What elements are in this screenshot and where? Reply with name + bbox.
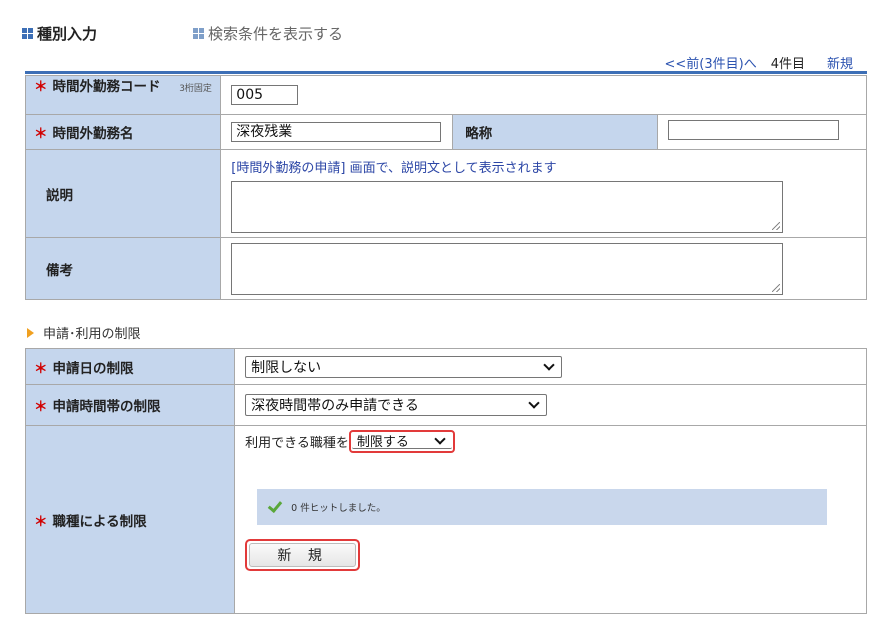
job-limit-prompt: 利用できる職種を [245,436,349,451]
desc-value-cell: [時間外勤務の申請] 画面で、説明文として表示されます [220,149,867,238]
required-mark: ＊ [34,360,48,377]
chevron-down-icon [543,358,555,371]
abbr-label: 略称 [465,126,493,142]
section-heading: 申請･利用の制限 [27,323,141,342]
required-mark: ＊ [34,79,48,95]
prev-record-link[interactable]: <<前(3件目)へ [665,53,757,72]
time-limit-label: 申請時間帯の制限 [52,399,161,415]
basic-info-table: ＊時間外勤務コード 3桁固定 005 ＊時間外勤務名 深夜残業 略称 説明 [時… [24,75,868,300]
record-count: 4件目 [770,57,805,72]
note-textarea[interactable] [231,242,784,295]
time-limit-value-cell: 深夜時間帯のみ申請できる [234,384,867,426]
job-limit-label: 職種による制限 [52,513,147,530]
triangle-icon [27,327,34,338]
job-limit-highlight: 制限する [348,430,455,453]
name-label: 時間外勤務名 [52,126,134,142]
code-label-cell: ＊時間外勤務コード 3桁固定 [24,75,222,115]
job-limit-value-cell: 利用できる職種を 制限する 0 件ヒットしました。 新 規 [234,425,867,614]
tab-type-input-label: 種別入力 [37,24,98,43]
date-limit-select[interactable]: 制限しない [245,355,563,378]
section-title: 申請･利用の制限 [43,327,141,342]
hit-message-bar: 0 件ヒットしました。 [257,489,828,525]
desc-hint: [時間外勤務の申請] 画面で、説明文として表示されます [231,160,557,176]
date-limit-value-cell: 制限しない [234,348,867,385]
time-limit-value: 深夜時間帯のみ申請できる [251,398,419,414]
tab-type-input[interactable]: 種別入力 [22,23,97,44]
job-limit-select[interactable]: 制限する [351,432,452,450]
date-limit-label-cell: ＊申請日の制限 [24,348,236,385]
time-limit-select[interactable]: 深夜時間帯のみ申請できる [245,394,548,416]
new-job-button-highlight: 新 規 [245,539,361,571]
grid-icon [193,27,205,39]
date-limit-label: 申請日の制限 [52,360,134,377]
name-label-cell: ＊時間外勤務名 [24,114,222,150]
header-rule [25,71,867,74]
tab-show-search-label: 検索条件を表示する [208,24,344,43]
abbr-label-cell: 略称 [452,114,658,150]
job-limit-value: 制限する [356,435,409,450]
date-limit-value: 制限しない [251,359,322,376]
code-label: 時間外勤務コード [52,79,161,95]
hit-message: 0 件ヒットしました。 [291,503,386,514]
code-input[interactable]: 005 [231,85,299,105]
abbr-input[interactable] [667,120,839,140]
chevron-down-icon [434,432,446,445]
desc-label: 説明 [46,187,73,204]
required-mark: ＊ [34,126,48,142]
new-record-link[interactable]: 新規 [827,53,853,72]
code-hint: 3桁固定 [179,84,212,94]
note-label-cell: 備考 [24,237,222,300]
name-value-cell: 深夜残業 [220,114,454,150]
job-limit-label-cell: ＊職種による制限 [24,425,236,614]
tab-bar: 種別入力 検索条件を表示する [22,22,343,44]
note-label: 備考 [46,262,73,279]
limits-table: ＊申請日の制限 制限しない ＊申請時間帯の制限 深夜時間帯のみ申請できる ＊職種… [24,348,867,614]
tab-show-search[interactable]: 検索条件を表示する [193,23,343,44]
time-limit-label-cell: ＊申請時間帯の制限 [24,384,236,426]
required-mark: ＊ [34,513,48,530]
chevron-down-icon [528,397,540,409]
required-mark: ＊ [34,399,48,415]
record-nav: <<前(3件目)へ 4件目 新規 [665,53,854,72]
code-value-cell: 005 [220,75,867,115]
note-value-cell [220,237,867,300]
name-input[interactable]: 深夜残業 [231,122,442,142]
desc-label-cell: 説明 [24,149,222,238]
abbr-value-cell [656,114,868,150]
desc-textarea[interactable] [231,180,784,233]
grid-icon [22,27,33,39]
checkmark-icon [267,497,283,513]
new-job-button[interactable]: 新 規 [249,543,357,567]
